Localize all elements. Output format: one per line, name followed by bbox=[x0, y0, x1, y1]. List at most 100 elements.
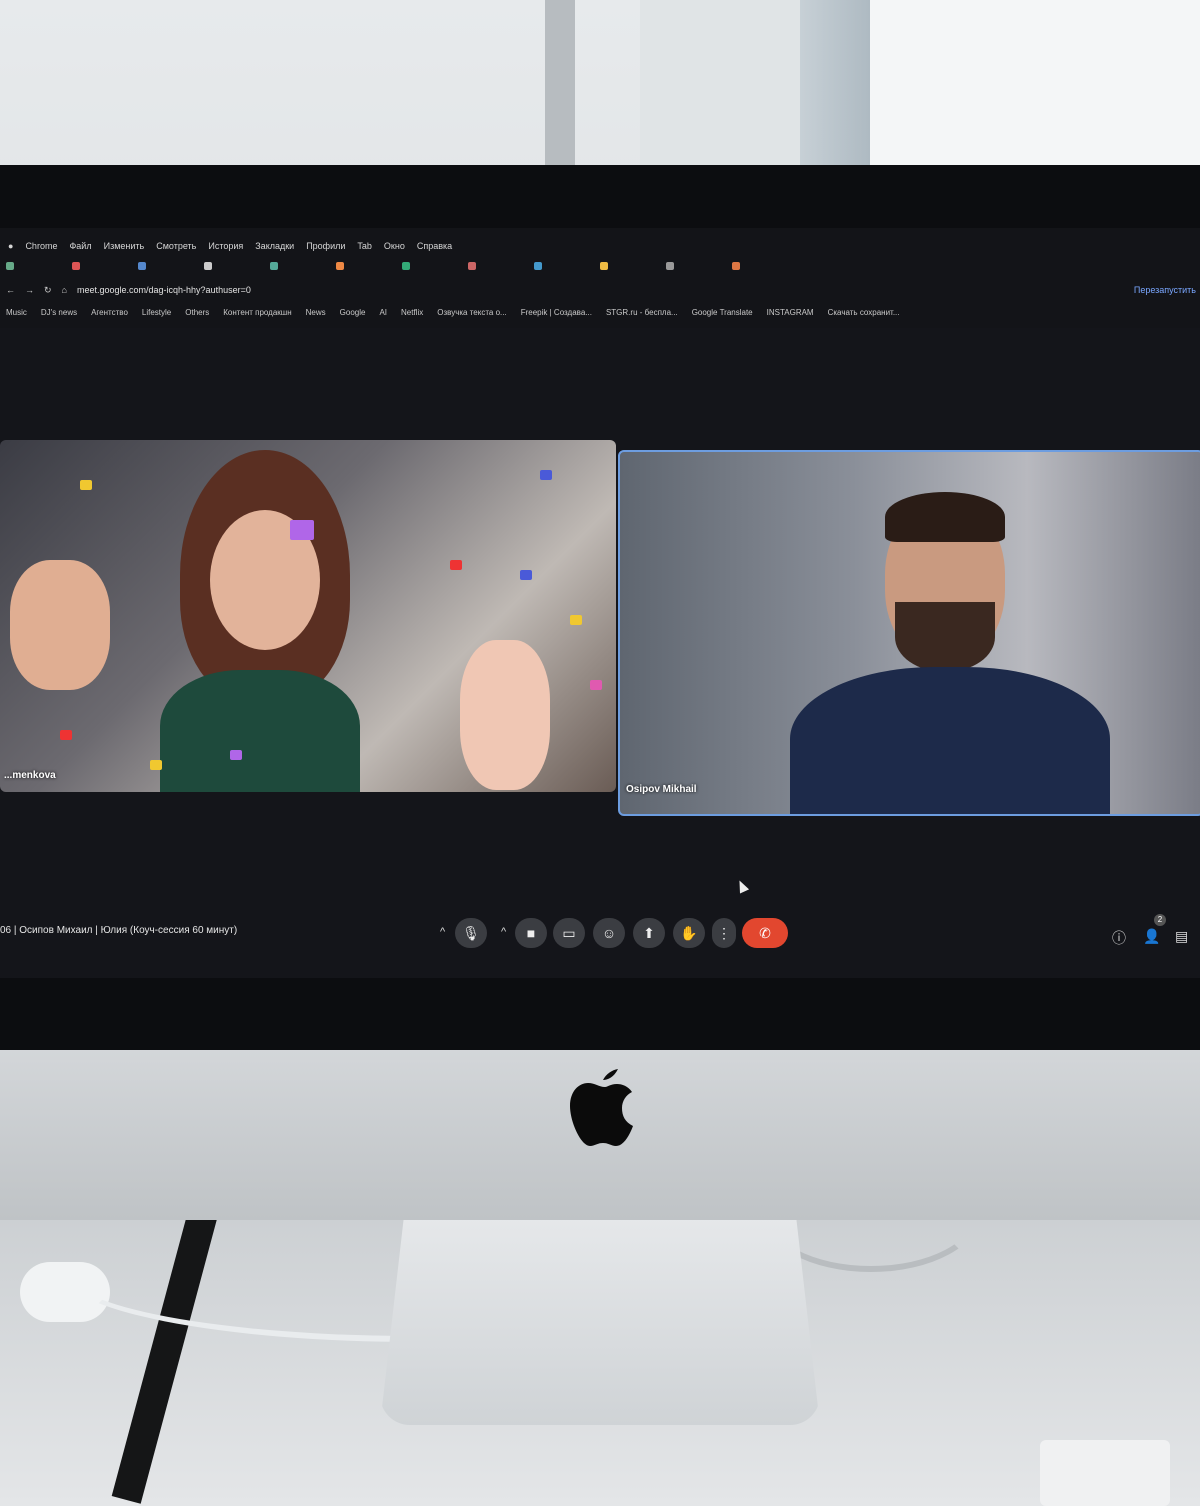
keyboard bbox=[1040, 1440, 1170, 1506]
bookmark-item[interactable]: STGR.ru - беспла... bbox=[606, 308, 678, 317]
menu-item[interactable]: История bbox=[208, 241, 243, 251]
browser-tab[interactable] bbox=[138, 262, 198, 270]
bookmark-item[interactable]: Озвучка текста о... bbox=[437, 308, 506, 317]
emoji-icon: ☺ bbox=[601, 925, 617, 941]
browser-tab[interactable] bbox=[72, 262, 132, 270]
address-bar: ← → ↻ ⌂ meet.google.com/dag-icqh-hhy?aut… bbox=[0, 280, 1200, 300]
participant-tile-right[interactable]: Osipov Mikhail bbox=[618, 450, 1200, 816]
browser-tab[interactable] bbox=[666, 262, 726, 270]
browser-tab[interactable] bbox=[534, 262, 594, 270]
window-frame-edge bbox=[545, 0, 575, 170]
present-button[interactable]: ⬆ bbox=[633, 918, 665, 948]
bookmarks-bar: Music DJ's news Агентство Lifestyle Othe… bbox=[0, 304, 1200, 320]
confetti bbox=[520, 570, 532, 580]
confetti bbox=[290, 520, 314, 540]
camera-icon: ■ bbox=[526, 925, 536, 941]
confetti bbox=[150, 760, 162, 770]
mic-button[interactable]: 🎙 bbox=[455, 918, 487, 948]
bookmark-item[interactable]: Music bbox=[6, 308, 27, 317]
confetti bbox=[60, 730, 72, 740]
menu-item[interactable]: Закладки bbox=[255, 241, 294, 251]
confetti bbox=[540, 470, 552, 480]
microphone-icon: 🎙 bbox=[462, 924, 480, 941]
browser-tab[interactable] bbox=[600, 262, 660, 270]
bookmark-item[interactable]: INSTAGRAM bbox=[767, 308, 814, 317]
confetti bbox=[450, 560, 462, 570]
meet-controls-bar: 06 | Осипов Михаил | Юлия (Коуч-сессия 6… bbox=[0, 914, 1200, 958]
menu-item[interactable]: Справка bbox=[417, 241, 452, 251]
bookmark-item[interactable]: Google bbox=[340, 308, 366, 317]
bookmark-item[interactable]: Lifestyle bbox=[142, 308, 171, 317]
browser-tab[interactable] bbox=[270, 262, 330, 270]
end-call-icon: ✆ bbox=[759, 924, 771, 941]
info-icon[interactable]: ⓘ bbox=[1112, 928, 1126, 948]
menu-item[interactable]: Chrome bbox=[25, 241, 57, 251]
meeting-title: 06 | Осипов Михаил | Юлия (Коуч-сессия 6… bbox=[0, 925, 238, 936]
participant-video-man bbox=[790, 492, 1110, 814]
bookmark-item[interactable]: DJ's news bbox=[41, 308, 77, 317]
bookmark-item[interactable]: AI bbox=[379, 308, 387, 317]
mouse-cursor-icon bbox=[734, 878, 750, 894]
curtain bbox=[800, 0, 870, 170]
camera-button[interactable]: ■ bbox=[515, 918, 547, 948]
participant-tile-left[interactable]: ...menkova bbox=[0, 440, 616, 792]
end-call-button[interactable]: ✆ bbox=[742, 918, 788, 948]
menu-item[interactable]: Профили bbox=[306, 241, 345, 251]
bookmark-item[interactable]: Скачать сохранит... bbox=[828, 308, 900, 317]
participant-video-woman bbox=[140, 450, 370, 792]
bookmark-item[interactable]: Контент продакшн bbox=[223, 308, 291, 317]
browser-tab[interactable] bbox=[402, 262, 462, 270]
more-options-button[interactable]: ⋮ bbox=[712, 918, 736, 948]
home-icon[interactable]: ⌂ bbox=[62, 285, 67, 295]
confetti bbox=[570, 615, 582, 625]
captions-button[interactable]: ▭ bbox=[553, 918, 585, 948]
peace-hand-right bbox=[460, 640, 550, 790]
captions-icon: ▭ bbox=[562, 924, 576, 941]
apple-logo-icon bbox=[570, 1069, 633, 1146]
confetti bbox=[590, 680, 602, 690]
people-icon[interactable]: 👤 bbox=[1143, 928, 1160, 945]
screen: ● Chrome Файл Изменить Смотреть История … bbox=[0, 228, 1200, 978]
participants-count-badge: 2 bbox=[1154, 914, 1166, 926]
browser-tab[interactable] bbox=[204, 262, 264, 270]
peace-hand-left bbox=[10, 560, 110, 690]
browser-tab[interactable] bbox=[6, 262, 66, 270]
apple-menu-icon[interactable]: ● bbox=[8, 241, 13, 251]
bookmark-item[interactable]: Netflix bbox=[401, 308, 423, 317]
menu-item[interactable]: Файл bbox=[69, 241, 91, 251]
confetti bbox=[230, 750, 242, 760]
participant-name-right: Osipov Mikhail bbox=[626, 784, 697, 795]
bookmark-item[interactable]: Freepik | Создава... bbox=[521, 308, 592, 317]
menu-item[interactable]: Tab bbox=[357, 241, 372, 251]
present-icon: ⬆ bbox=[643, 924, 655, 941]
menu-item[interactable]: Изменить bbox=[104, 241, 145, 251]
browser-tab[interactable] bbox=[468, 262, 528, 270]
raise-hand-button[interactable]: ✋ bbox=[673, 918, 705, 948]
chat-icon[interactable]: ▤ bbox=[1175, 928, 1188, 945]
audio-options-caret-icon[interactable]: ^ bbox=[440, 926, 445, 938]
bookmark-item[interactable]: News bbox=[306, 308, 326, 317]
bookmark-item[interactable]: Google Translate bbox=[692, 308, 753, 317]
reload-icon[interactable]: ↻ bbox=[44, 285, 52, 296]
browser-tab[interactable] bbox=[732, 262, 792, 270]
bookmark-item[interactable]: Агентство bbox=[91, 308, 128, 317]
browser-tab[interactable] bbox=[336, 262, 396, 270]
emoji-button[interactable]: ☺ bbox=[593, 918, 625, 948]
forward-icon[interactable]: → bbox=[25, 285, 34, 295]
participant-name-left: ...menkova bbox=[4, 770, 56, 781]
meet-stage: ...menkova Osipov Mikhail 06 | Осипов Ми… bbox=[0, 328, 1200, 978]
menu-item[interactable]: Смотреть bbox=[156, 241, 196, 251]
browser-tab-strip bbox=[0, 258, 1200, 274]
confetti bbox=[80, 480, 92, 490]
relaunch-button[interactable]: Перезапустить bbox=[1134, 285, 1196, 295]
back-icon[interactable]: ← bbox=[6, 285, 15, 295]
mac-menubar: ● Chrome Файл Изменить Смотреть История … bbox=[0, 236, 1200, 256]
raise-hand-icon: ✋ bbox=[680, 924, 698, 941]
monitor-stand bbox=[380, 1195, 820, 1425]
menu-item[interactable]: Окно bbox=[384, 241, 405, 251]
window bbox=[870, 0, 1200, 175]
bookmark-item[interactable]: Others bbox=[185, 308, 209, 317]
video-options-caret-icon[interactable]: ^ bbox=[501, 926, 506, 938]
more-vert-icon: ⋮ bbox=[717, 924, 731, 941]
url-field[interactable]: meet.google.com/dag-icqh-hhy?authuser=0 bbox=[77, 285, 251, 295]
